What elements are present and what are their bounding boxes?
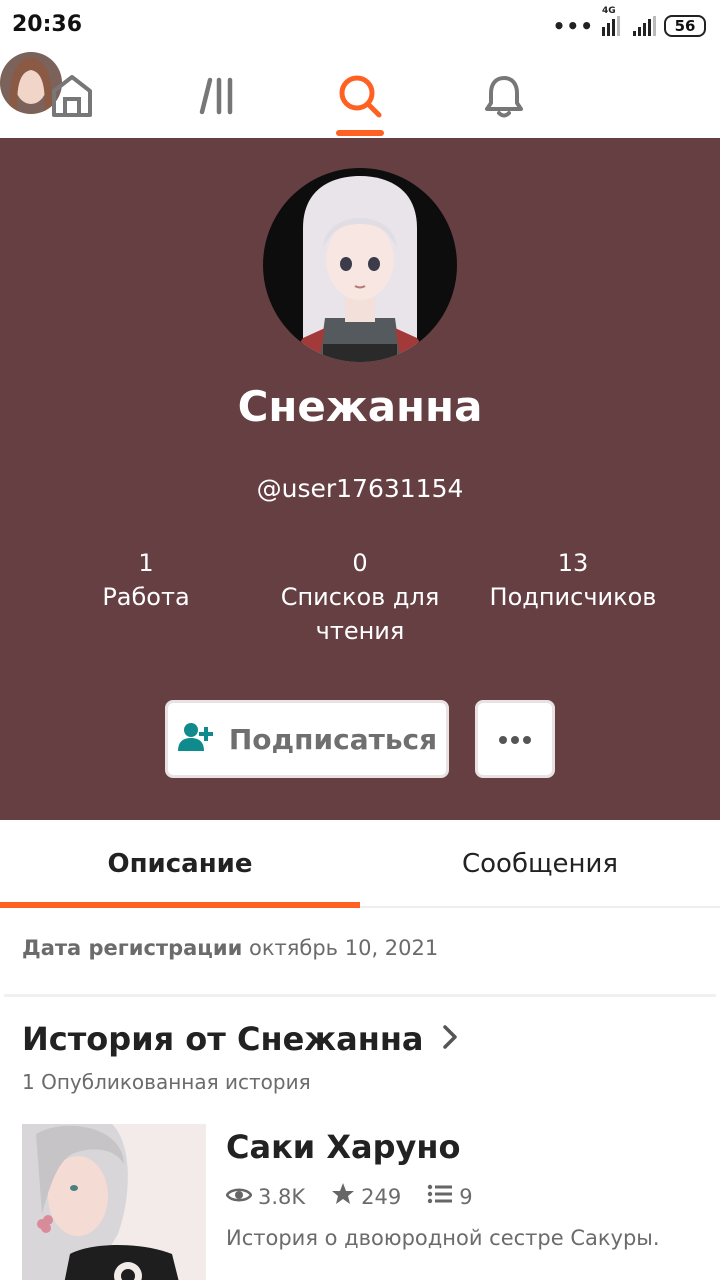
profile-avatar xyxy=(263,168,457,362)
story-cover-image[interactable] xyxy=(22,1124,206,1280)
story-views: 3.8K xyxy=(258,1184,306,1209)
signal-4g-icon: 4G xyxy=(602,6,625,36)
follow-button[interactable]: Подписаться xyxy=(165,700,449,778)
search-icon[interactable] xyxy=(330,66,390,126)
more-options-button[interactable] xyxy=(475,700,555,778)
registration-date-label: Дата регистрации xyxy=(22,936,243,960)
stat-reading-lists-label: Списков для чтения xyxy=(280,583,440,645)
more-notifications-icon: ••• xyxy=(552,14,594,38)
notifications-bell-icon[interactable] xyxy=(474,66,534,126)
stat-followers-value: 13 xyxy=(557,549,589,577)
tab-active-indicator xyxy=(0,902,360,908)
add-user-icon xyxy=(177,722,215,756)
battery-icon: 56 xyxy=(664,15,706,37)
stories-section-title: История от Снежанна xyxy=(22,1020,424,1058)
tab-messages[interactable]: Сообщения xyxy=(360,820,720,908)
story-parts: 9 xyxy=(459,1184,473,1209)
stat-followers[interactable]: 13 Подписчиков xyxy=(463,546,683,614)
profile-header: Снежанна @user17631154 1 Работа 0 Списко… xyxy=(0,138,720,820)
stat-reading-lists-value: 0 xyxy=(352,549,368,577)
active-tab-indicator xyxy=(336,130,384,136)
library-icon[interactable] xyxy=(188,66,248,126)
star-icon xyxy=(331,1182,355,1211)
status-icons: ••• 4G 56 xyxy=(552,6,706,40)
stat-works-label: Работа xyxy=(102,583,190,611)
stories-count: 1 Опубликованная история xyxy=(22,1070,311,1094)
registration-date: Дата регистрации октябрь 10, 2021 xyxy=(22,936,438,960)
profile-username: @user17631154 xyxy=(256,474,464,503)
stat-followers-label: Подписчиков xyxy=(489,583,657,611)
parts-list-icon xyxy=(427,1184,453,1209)
stat-reading-lists[interactable]: 0 Списков для чтения xyxy=(250,546,470,648)
home-icon[interactable] xyxy=(42,66,102,126)
tab-description[interactable]: Описание xyxy=(0,820,360,908)
story-description: История о двоюродной сестре Сакуры. xyxy=(226,1226,660,1250)
signal-icon xyxy=(633,16,656,36)
story-stats: 3.8K 249 9 xyxy=(225,1182,491,1211)
profile-tabs: Описание Сообщения xyxy=(0,820,720,908)
top-navigation xyxy=(0,52,720,138)
stat-works[interactable]: 1 Работа xyxy=(36,546,256,614)
stories-section-header[interactable]: История от Снежанна xyxy=(22,1020,458,1058)
profile-name: Снежанна xyxy=(237,382,483,431)
status-time: 20:36 xyxy=(12,12,83,37)
eye-icon xyxy=(225,1185,253,1209)
status-bar: 20:36 ••• 4G 56 xyxy=(0,0,720,52)
section-divider xyxy=(4,994,716,997)
story-votes: 249 xyxy=(361,1184,402,1209)
network-type-label: 4G xyxy=(602,6,616,16)
registration-date-value: октябрь 10, 2021 xyxy=(249,936,439,960)
follow-button-label: Подписаться xyxy=(228,722,438,756)
story-title[interactable]: Саки Харуно xyxy=(226,1128,460,1166)
more-horizontal-icon xyxy=(498,730,532,749)
stat-works-value: 1 xyxy=(138,549,154,577)
chevron-right-icon xyxy=(442,1020,458,1058)
